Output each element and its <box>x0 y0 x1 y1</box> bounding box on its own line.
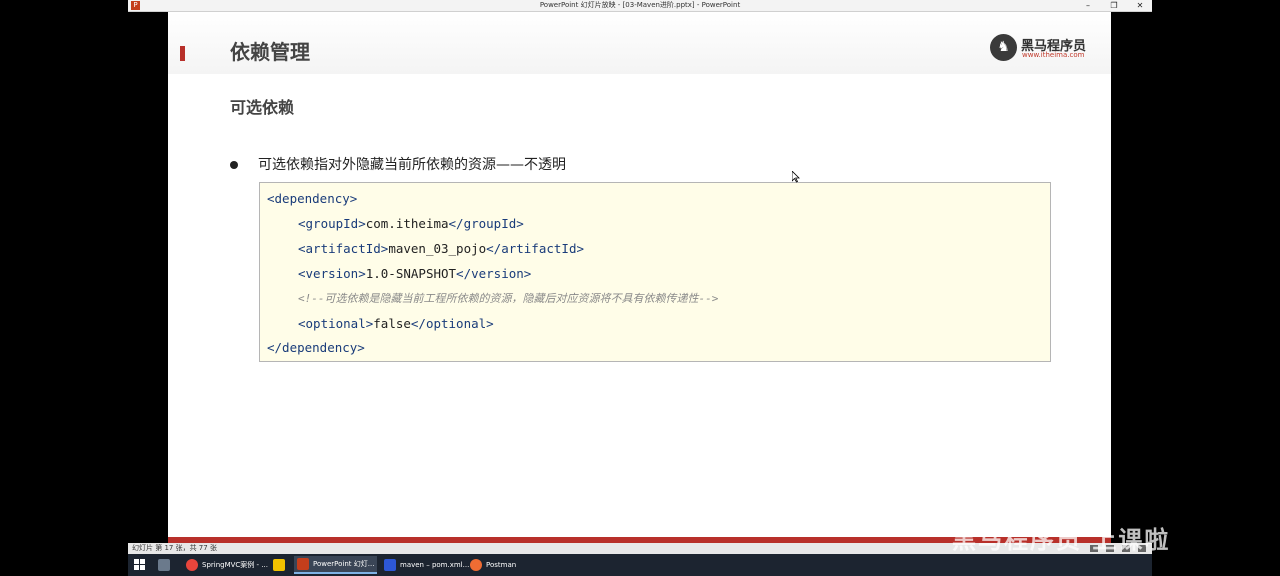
taskbar: SpringMVC案例 - ... PowerPoint 幻灯... maven… <box>128 554 1152 576</box>
horse-logo-icon: ♞ <box>990 34 1017 61</box>
slide-counter: 幻灯片 第 17 张，共 77 张 <box>132 544 217 552</box>
bullet-dot-icon <box>230 161 238 169</box>
powerpoint-icon <box>297 558 309 570</box>
code-value: 1.0-SNAPSHOT <box>365 266 457 281</box>
code-tag: </groupId> <box>448 216 524 231</box>
code-line-2: <groupId>com.itheima</groupId> <box>298 215 524 233</box>
code-tag: </dependency> <box>267 340 365 355</box>
window-title: PowerPoint 幻灯片放映 - [03-Maven进阶.pptx] - P… <box>539 1 741 9</box>
code-value: false <box>373 316 411 331</box>
title-accent-mark <box>180 46 185 61</box>
code-tag: <version> <box>298 266 366 281</box>
slide-subtitle: 可选依赖 <box>230 98 295 117</box>
code-line-5: <!--可选依赖是隐藏当前工程所依赖的资源，隐藏后对应资源将不具有依赖传递性--… <box>298 290 718 308</box>
code-tag: </version> <box>456 266 532 281</box>
chrome-icon <box>186 559 198 571</box>
taskbar-item-powerpoint[interactable]: PowerPoint 幻灯... <box>294 556 378 574</box>
folder-icon <box>273 559 285 571</box>
logo-url: www.itheima.com <box>1022 51 1085 59</box>
restore-button[interactable]: ❐ <box>1108 0 1120 11</box>
code-tag: <optional> <box>298 316 374 331</box>
code-line-6: <optional>false</optional> <box>298 315 494 333</box>
code-line-4: <version>1.0-SNAPSHOT</version> <box>298 265 531 283</box>
close-button[interactable]: ✕ <box>1134 0 1146 11</box>
code-line-1: <dependency> <box>267 190 357 208</box>
taskbar-item-intellij[interactable]: maven – pom.xml... <box>384 556 469 574</box>
taskbar-search-icon[interactable] <box>158 556 170 574</box>
slide[interactable]: 依赖管理 ♞ 黑马程序员 www.itheima.com 可选依赖 可选依赖指对… <box>168 12 1111 543</box>
code-line-7: </dependency> <box>267 339 365 357</box>
taskbar-item-chrome[interactable]: SpringMVC案例 - ... <box>186 556 268 574</box>
code-value: maven_03_pojo <box>388 241 487 256</box>
taskbar-label: SpringMVC案例 - ... <box>202 561 268 569</box>
postman-icon <box>470 559 482 571</box>
code-tag: <dependency> <box>267 191 358 206</box>
taskbar-label: Postman <box>486 561 517 569</box>
code-tag: <artifactId> <box>298 241 389 256</box>
window-titlebar: P PowerPoint 幻灯片放映 - [03-Maven进阶.pptx] -… <box>128 0 1152 12</box>
code-tag: </artifactId> <box>486 241 584 256</box>
taskbar-item-explorer[interactable] <box>273 556 285 574</box>
itheima-logo: ♞ 黑马程序员 www.itheima.com <box>990 34 1090 62</box>
taskbar-label: maven – pom.xml... <box>400 561 470 569</box>
watermark-text: 黑马程序员 上课啦 <box>952 526 1171 554</box>
code-value: com.itheima <box>365 216 449 231</box>
bullet-text: 可选依赖指对外隐藏当前所依赖的资源——不透明 <box>258 157 566 173</box>
intellij-icon <box>384 559 396 571</box>
code-tag: <groupId> <box>298 216 366 231</box>
windows-start-icon[interactable] <box>134 559 146 571</box>
code-line-3: <artifactId>maven_03_pojo</artifactId> <box>298 240 584 258</box>
slide-title: 依赖管理 <box>230 40 310 64</box>
code-tag: </optional> <box>410 316 494 331</box>
taskbar-item-postman[interactable]: Postman <box>470 556 516 574</box>
code-comment: <!--可选依赖是隐藏当前工程所依赖的资源，隐藏后对应资源将不具有依赖传递性--… <box>298 292 719 305</box>
taskbar-label: PowerPoint 幻灯... <box>313 560 375 568</box>
minimize-button[interactable]: – <box>1082 0 1094 11</box>
code-block: <dependency> <groupId>com.itheima</group… <box>259 182 1051 362</box>
